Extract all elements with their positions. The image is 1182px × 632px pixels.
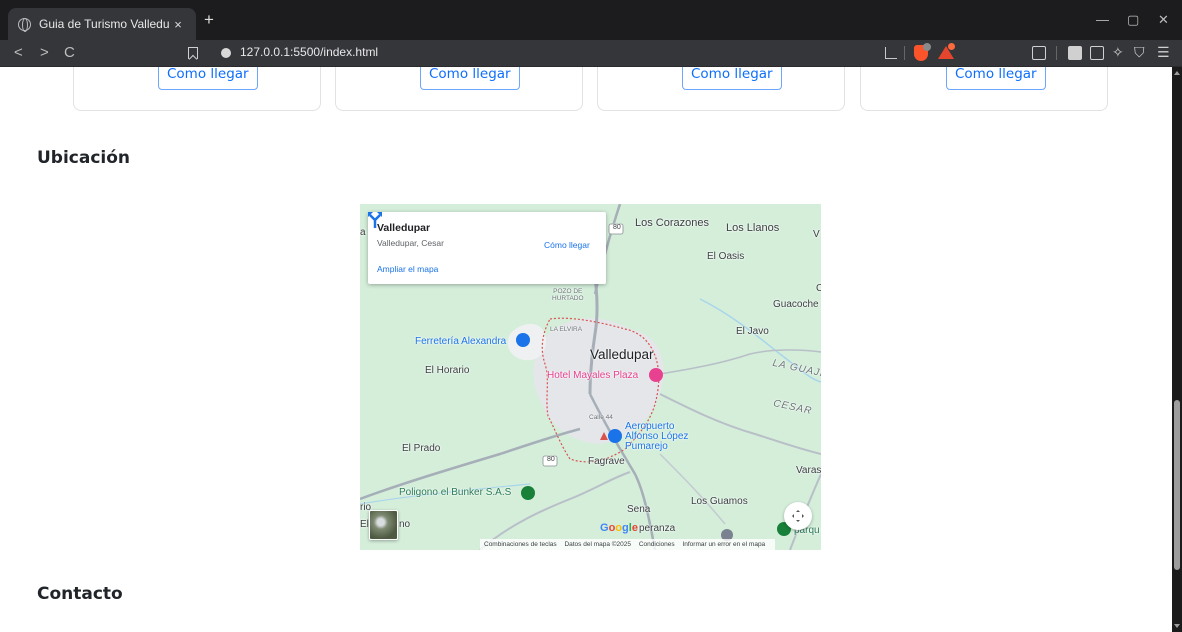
shields-badge — [923, 43, 931, 51]
map-poi-label[interactable]: Hotel Mayales Plaza — [547, 370, 638, 381]
bookmark-icon[interactable] — [188, 47, 198, 59]
map-place-card: Valledupar Valledupar, Cesar Ampliar el … — [368, 212, 606, 284]
report-error-link[interactable]: Informar un error en el mapa — [682, 541, 765, 548]
new-tab-button[interactable]: + — [204, 11, 214, 28]
map-label: POZO DE HURTADO — [552, 288, 584, 302]
menu-icon[interactable]: ☰ — [1157, 43, 1170, 61]
scroll-thumb[interactable] — [1174, 400, 1180, 570]
rewards-badge — [948, 43, 955, 50]
terms-link[interactable]: Condiciones — [639, 541, 675, 548]
map-place-name: Valledupar — [377, 222, 431, 234]
map-label: Varas — [796, 465, 821, 476]
map-label: Los Corazones — [635, 217, 709, 229]
map-attribution: Combinaciones de teclas Datos del mapa ©… — [480, 539, 776, 550]
map-label: peranza — [639, 523, 676, 534]
fullscreen-icon — [792, 510, 804, 522]
map-label: Guacoche — [773, 299, 819, 310]
place-card: Como llegar — [860, 67, 1108, 111]
map-label: LA ELVIRA — [550, 326, 583, 333]
route-80-label: 80 — [547, 456, 555, 463]
map-directions-link[interactable]: Cómo llegar — [544, 240, 590, 250]
como-llegar-button[interactable]: Como llegar — [682, 67, 782, 90]
section-title-ubicacion: Ubicación — [37, 148, 131, 168]
place-card: Como llegar — [335, 67, 583, 111]
map-label: V — [813, 229, 820, 240]
map-place-region: Valledupar, Cesar — [377, 238, 444, 248]
map-label: El Oasis — [707, 251, 745, 262]
scroll-up-icon[interactable] — [1174, 71, 1180, 75]
map-label: El Javo — [736, 326, 769, 337]
map-poi-label[interactable]: Poligono el Bunker S.A.S — [399, 487, 511, 498]
browser-tab-bar: Guia de Turismo Valledupar × + — ▢ ✕ — [0, 0, 1182, 40]
map-label: a — [360, 227, 366, 238]
map-label: El Prado — [402, 443, 441, 454]
keyboard-shortcuts-link[interactable]: Combinaciones de teclas — [484, 541, 557, 548]
place-card: Como llegar — [597, 67, 845, 111]
site-info-icon[interactable] — [221, 48, 231, 58]
map-label: Los Guamos — [691, 496, 748, 507]
toolbar-divider — [904, 46, 905, 60]
map-label: Fagrave — [588, 456, 625, 467]
address-bar[interactable]: 127.0.0.1:5500/index.html — [240, 45, 378, 59]
back-button[interactable]: < — [14, 44, 23, 62]
directions-icon[interactable] — [368, 212, 382, 228]
leo-ai-icon[interactable]: ✧ — [1112, 43, 1124, 61]
tab-title: Guia de Turismo Valledupar — [39, 17, 170, 31]
satellite-toggle-thumbnail[interactable] — [369, 510, 398, 540]
map-label: no — [399, 519, 411, 530]
reload-button[interactable]: C — [64, 44, 75, 62]
vpn-shield-icon[interactable]: ⛉ — [1134, 43, 1145, 61]
forward-button[interactable]: > — [40, 44, 49, 62]
page-content: Como llegar Como llegar Como llegar Como… — [0, 67, 1172, 632]
map-label: C — [816, 283, 821, 294]
map-city-label: Valledupar — [590, 347, 654, 362]
share-icon[interactable] — [885, 47, 897, 59]
map-fullscreen-button[interactable] — [784, 502, 812, 530]
como-llegar-button[interactable]: Como llegar — [420, 67, 520, 90]
scroll-down-icon[interactable] — [1174, 624, 1180, 628]
map-poi-label[interactable]: Aeropuerto Alfonso López Pumarejo — [625, 422, 688, 452]
route-80-label: 80 — [613, 224, 621, 231]
embedded-map[interactable]: Valledupar Valledupar, Cesar Ampliar el … — [360, 204, 821, 550]
map-label: Los Llanos — [726, 222, 780, 234]
page-scrollbar[interactable] — [1172, 67, 1182, 632]
como-llegar-button[interactable]: Como llegar — [946, 67, 1046, 90]
map-label: El — [360, 519, 369, 530]
map-label: Sena — [627, 504, 651, 515]
map-data-text: Datos del mapa ©2025 — [564, 541, 632, 548]
place-card: Como llegar — [73, 67, 321, 111]
wallet-icon[interactable] — [1032, 46, 1046, 60]
globe-icon — [18, 17, 31, 32]
map-street-label: Calle 44 — [589, 414, 613, 421]
tab-search-icon[interactable] — [1090, 46, 1104, 60]
window-close-icon[interactable]: ✕ — [1158, 12, 1169, 28]
map-poi-label[interactable]: Ferretería Alexandra — [415, 336, 506, 347]
map-label: El Horario — [425, 365, 470, 376]
tab-close-icon[interactable]: × — [170, 17, 186, 32]
enlarge-map-link[interactable]: Ampliar el mapa — [377, 264, 438, 274]
browser-toolbar: < > C 127.0.0.1:5500/index.html ✧ ⛉ ☰ — [0, 40, 1182, 67]
restore-icon[interactable]: ▢ — [1127, 12, 1139, 28]
minimize-icon[interactable]: — — [1096, 12, 1109, 27]
sidebar-icon[interactable] — [1068, 46, 1082, 60]
browser-tab[interactable]: Guia de Turismo Valledupar × — [8, 8, 196, 40]
como-llegar-button[interactable]: Como llegar — [158, 67, 258, 90]
toolbar-divider — [1056, 46, 1057, 60]
google-logo: Google — [600, 522, 638, 534]
section-title-contacto: Contacto — [37, 584, 123, 604]
